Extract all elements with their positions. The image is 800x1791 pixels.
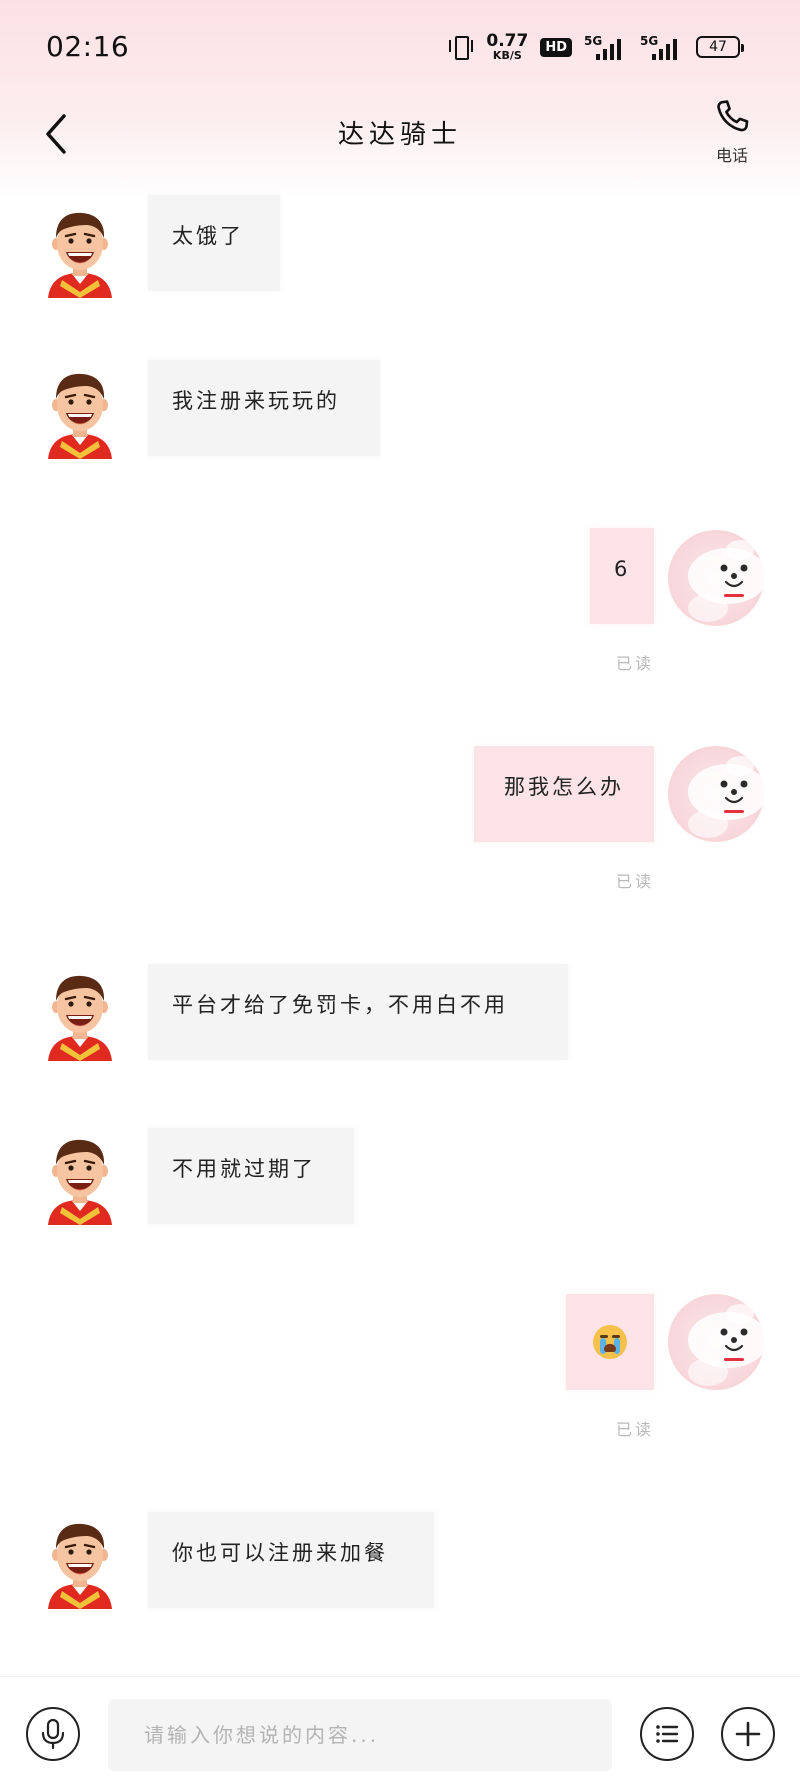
message-bubble[interactable]: 6 (590, 528, 654, 624)
voice-button[interactable] (26, 1707, 80, 1761)
mascot-avatar[interactable] (668, 746, 764, 842)
network-speed-value: 0.77 (486, 31, 529, 51)
mascot-avatar[interactable] (668, 1294, 764, 1390)
rider-avatar[interactable] (42, 210, 118, 300)
signal-icon: 5G (640, 34, 684, 60)
phone-icon (717, 100, 749, 132)
message-input[interactable] (108, 1699, 612, 1771)
rider-avatar[interactable] (42, 1137, 118, 1227)
read-status: 已读 (615, 872, 654, 891)
mascot-avatar[interactable] (668, 530, 764, 626)
vibrate-icon (448, 34, 474, 60)
call-label: 电话 (715, 146, 748, 165)
rider-avatar[interactable] (42, 1521, 118, 1611)
network-speed-unit: KB/S (492, 49, 522, 62)
signal-icon: 5G (584, 34, 628, 60)
hd-voice-badge: HD (540, 37, 572, 57)
quick-reply-button[interactable] (640, 1707, 694, 1761)
input-bar (0, 1676, 800, 1791)
network-speed: 0.77 KB/S (486, 31, 529, 62)
crying-face-icon (593, 1325, 627, 1359)
rider-avatar[interactable] (42, 371, 118, 461)
status-icons: 0.77 KB/S HD 5G 5G 47 (448, 30, 744, 64)
chat-header: 达达骑士 电话 (0, 96, 800, 186)
message-bubble[interactable]: 不用就过期了 (148, 1128, 354, 1224)
message-bubble[interactable]: 我注册来玩玩的 (148, 360, 380, 456)
more-button[interactable] (721, 1707, 775, 1761)
microphone-icon (41, 1718, 65, 1750)
status-bar: 02:16 0.77 KB/S HD 5G 5G 47 (0, 0, 800, 96)
call-button[interactable]: 电话 (700, 96, 764, 168)
read-status: 已读 (615, 1420, 654, 1439)
page-title: 达达骑士 (337, 120, 462, 150)
read-status: 已读 (615, 654, 654, 673)
message-bubble[interactable] (566, 1294, 654, 1390)
list-icon (656, 1725, 679, 1743)
battery-icon: 47 (696, 36, 744, 58)
message-bubble[interactable]: 太饿了 (148, 195, 280, 291)
rider-avatar[interactable] (42, 973, 118, 1063)
plus-icon (735, 1721, 761, 1747)
status-time: 02:16 (46, 30, 130, 63)
message-bubble[interactable]: 那我怎么办 (474, 746, 654, 842)
message-bubble[interactable]: 平台才给了免罚卡，不用白不用 (148, 964, 568, 1060)
message-bubble[interactable]: 你也可以注册来加餐 (148, 1512, 434, 1608)
